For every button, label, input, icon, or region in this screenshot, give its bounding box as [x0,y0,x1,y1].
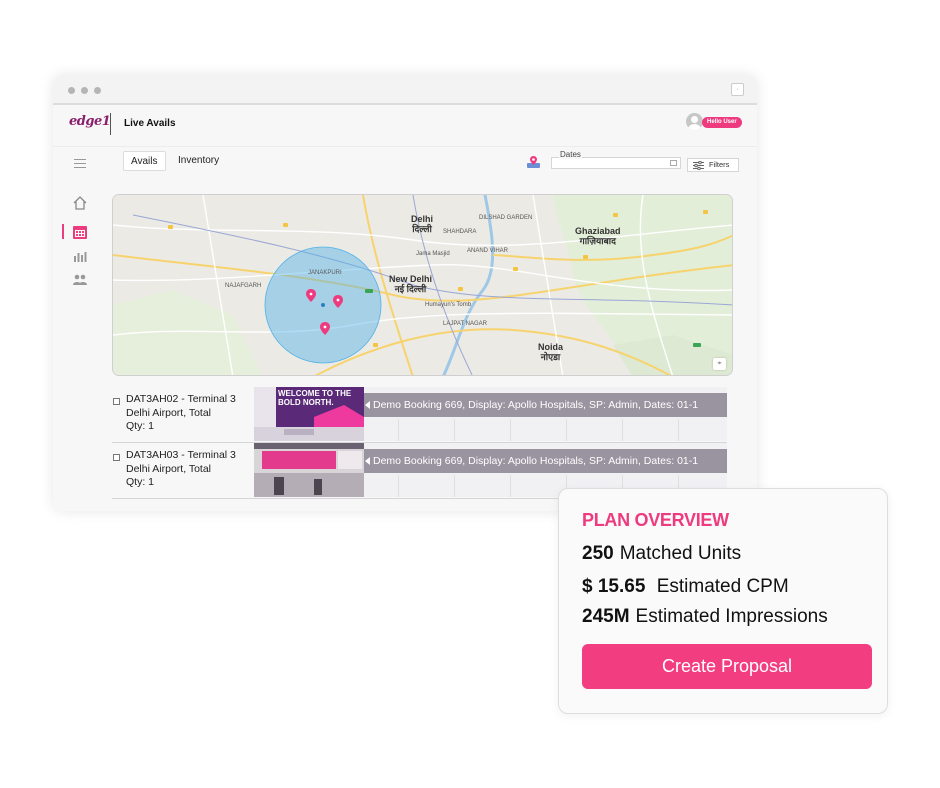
sliders-icon [693,161,704,170]
booking-bar[interactable]: Demo Booking 669, Display: Apollo Hospit… [364,449,727,473]
inventory-list: DAT3AH02 - Terminal 3 Delhi Airport, Tot… [112,387,727,499]
window-menu-button[interactable]: · [731,83,744,96]
map-label-lajpat-nagar: LAJPAT NAGAR [443,321,488,327]
booking-bar[interactable]: Demo Booking 669, Display: Apollo Hospit… [364,393,727,417]
row-qty: Qty: 1 [126,476,155,488]
sidebar-active-indicator [62,224,64,239]
toolbar: Avails Inventory Dates Filters [53,147,757,182]
row-details: DAT3AH03 - Terminal 3 Delhi Airport, Tot… [126,449,266,490]
stat-label: Estimated Impressions [635,606,828,627]
calendar-small-icon[interactable] [670,160,677,166]
tab-inventory[interactable]: Inventory [171,151,226,171]
map-label-najafgarh: NAJAFGARH [225,283,262,289]
window-dot-icon [94,87,101,94]
row-qty: Qty: 1 [126,420,155,432]
map-label-janakpuri: JANAKPURI [308,270,342,276]
edge1-logo: edge1 [69,114,111,129]
row-checkbox[interactable] [113,398,120,405]
map-label-jama-masjid: Jama Masjid [416,251,450,257]
timeline-gridline [510,475,511,497]
row-id: DAT3AH02 - Terminal 3 [126,393,236,405]
app-header: edge1 Live Avails Hello User [53,105,757,147]
browser-window: · edge1 Live Avails Hello User Avails In… [53,75,757,511]
stat-matched-units: 250 Matched Units [582,543,741,565]
dates-label: Dates [559,150,582,159]
timeline-gridline [398,419,399,441]
filters-button[interactable]: Filters [687,158,739,172]
timeline-gridline [678,419,679,441]
hamburger-menu-icon[interactable] [74,159,86,168]
stat-label: Matched Units [619,543,742,564]
window-chrome: · [53,75,757,105]
row-location: Delhi Airport, Total [126,462,212,475]
map-label-dilshad-garden: DILSHAD GARDEN [479,215,533,221]
header-divider [110,113,111,135]
page-title: Live Avails [124,118,176,129]
timeline-gridline [510,419,511,441]
users-icon[interactable] [72,272,88,288]
map-label-anand-vihar: ANAND VIHAR [467,248,509,254]
window-dot-icon [81,87,88,94]
table-row: DAT3AH02 - Terminal 3 Delhi Airport, Tot… [112,387,727,443]
stat-value: 250 [582,543,614,564]
row-details: DAT3AH02 - Terminal 3 Delhi Airport, Tot… [126,393,266,434]
stat-estimated-impressions: 245M Estimated Impressions [582,606,828,628]
dates-input[interactable]: Dates [551,150,681,169]
inventory-map[interactable]: Delhi दिल्ली New Delhi नई दिल्ली Ghaziabad… [112,194,733,376]
avatar[interactable] [686,113,703,130]
row-location: Delhi Airport, Total [126,406,212,419]
timeline-gridline [622,419,623,441]
map-label-delhi: Delhi दिल्ली [411,214,434,234]
map-label-noida: Noida नोएडा [538,342,564,362]
plan-overview-title: PLAN OVERVIEW [582,510,729,530]
booking-timeline: Demo Booking 669, Display: Apollo Hospit… [364,387,727,441]
create-proposal-button[interactable]: Create Proposal [582,644,872,689]
map-locate-button[interactable]: ⌖ [713,358,726,370]
stat-value: $ 15.65 [582,576,646,597]
calendar-icon[interactable] [72,224,88,240]
timeline-gridline [398,475,399,497]
row-id: DAT3AH03 - Terminal 3 [126,449,236,461]
timeline-gridline [566,419,567,441]
map-label-new-delhi: New Delhi नई दिल्ली [389,274,433,294]
analytics-icon[interactable] [72,248,88,264]
window-dot-icon [68,87,75,94]
thumbnail-caption: WELCOME TO THE BOLD NORTH. [278,389,352,407]
sidebar [53,182,105,511]
main-content: Delhi दिल्ली New Delhi नई दिल्ली Ghaziabad… [53,182,757,511]
inventory-thumbnail [254,443,364,497]
user-menu-button[interactable]: Hello User [702,117,742,128]
inventory-thumbnail: WELCOME TO THE BOLD NORTH. [254,387,364,441]
timeline-gridline [454,419,455,441]
filters-label: Filters [709,160,730,169]
timeline-gridline [454,475,455,497]
tab-avails[interactable]: Avails [123,151,166,171]
row-checkbox[interactable] [113,454,120,461]
map-label-humayun-tomb: Humayun's Tomb [425,302,472,308]
stat-label: Estimated CPM [656,576,789,597]
map-label-ghaziabad: Ghaziabad गाज़ियाबाद [575,226,621,246]
plan-overview-card: PLAN OVERVIEW 250 Matched Units $ 15.65 E… [558,488,888,714]
home-icon[interactable] [72,195,88,211]
stat-estimated-cpm: $ 15.65 Estimated CPM [582,576,789,598]
stat-value: 245M [582,606,630,627]
map-label-shahdara: SHAHDARA [443,229,477,235]
map-pin-icon[interactable] [526,155,541,169]
